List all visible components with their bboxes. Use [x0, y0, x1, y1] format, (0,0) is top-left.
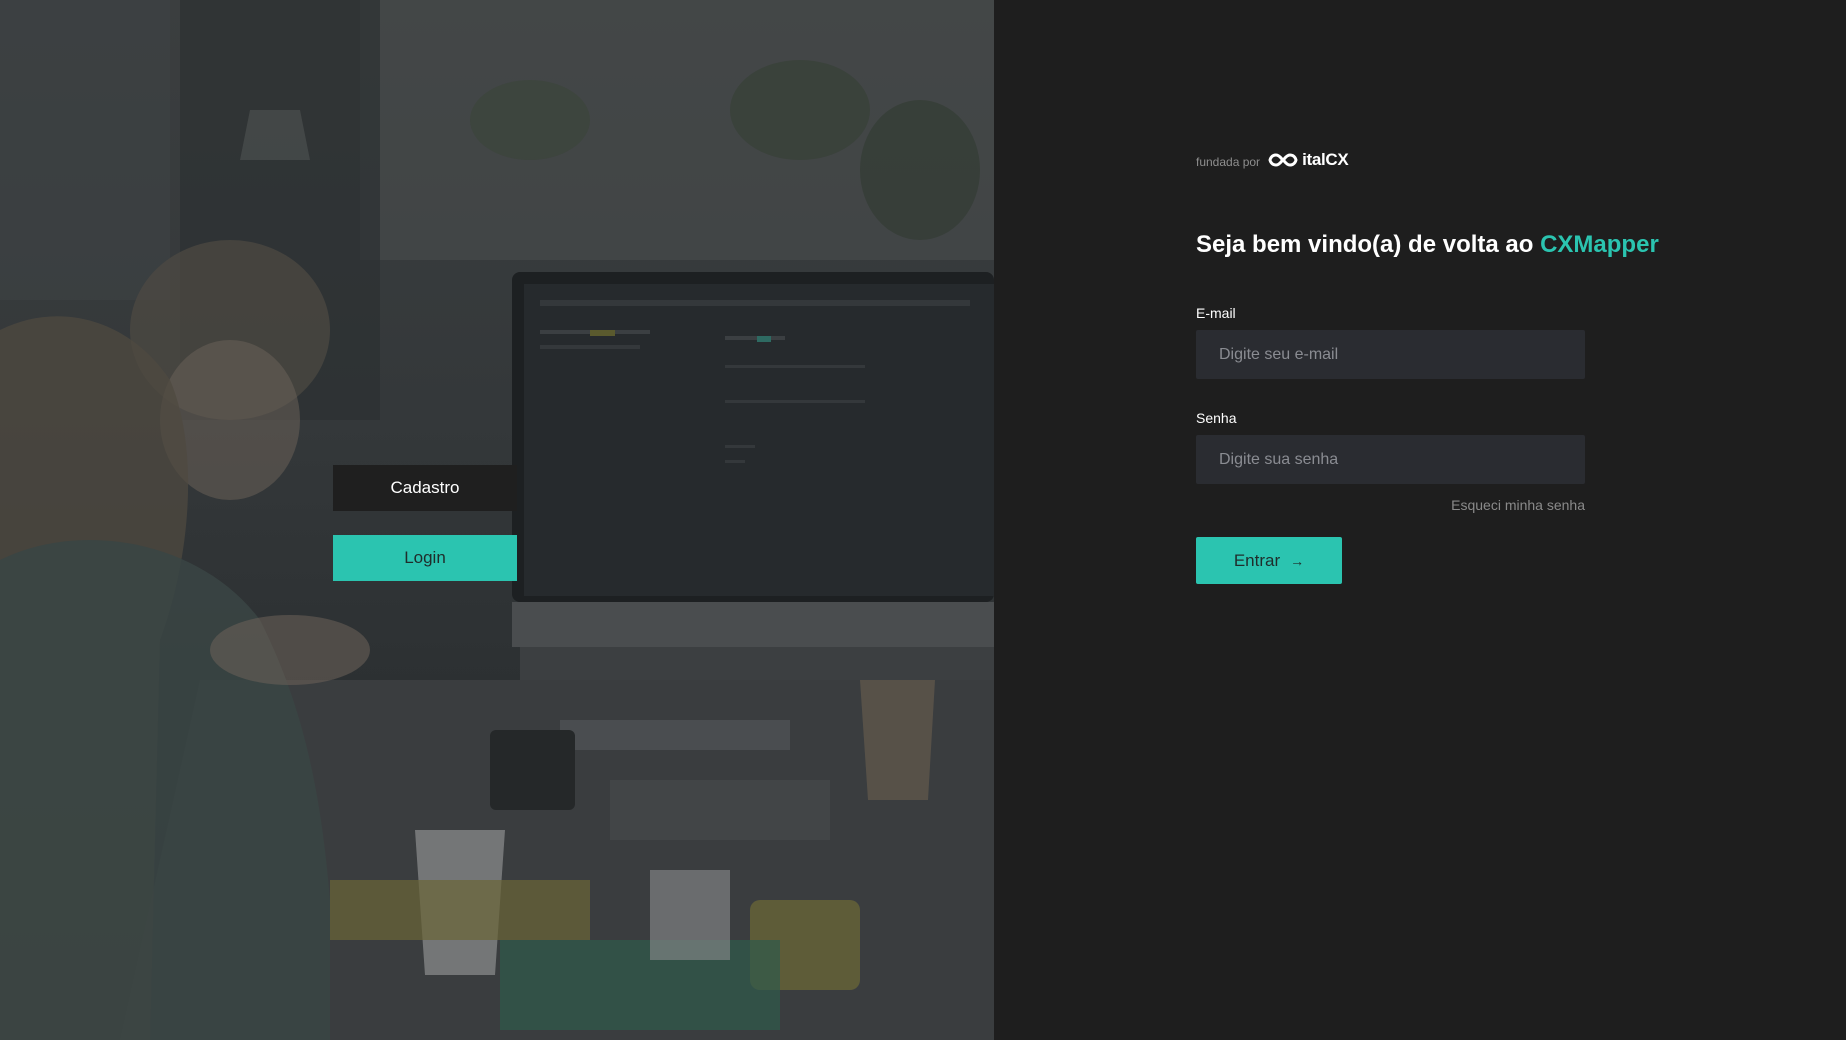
email-label: E-mail	[1196, 305, 1236, 321]
login-form-panel: fundada por italCX Seja bem vindo(a) de …	[994, 0, 1846, 1040]
welcome-heading: Seja bem vindo(a) de volta ao CXMapper	[1196, 231, 1659, 259]
login-button[interactable]: Login	[333, 535, 517, 581]
italcx-logo-text: italCX	[1302, 150, 1349, 169]
email-field[interactable]	[1196, 330, 1585, 379]
login-page: Cadastro Login fundada por italCX Seja b…	[0, 0, 1846, 1040]
password-label: Senha	[1196, 410, 1237, 426]
office-scene-image	[0, 0, 994, 1040]
submit-button-label: Entrar	[1233, 550, 1281, 570]
welcome-text: Seja bem vindo(a) de volta ao	[1196, 231, 1541, 258]
founded-by-row: fundada por italCX	[1196, 150, 1349, 170]
founded-by-label: fundada por	[1196, 155, 1261, 169]
arrow-right-icon: →	[1290, 552, 1305, 569]
submit-button[interactable]: Entrar →	[1196, 537, 1342, 584]
password-field[interactable]	[1196, 435, 1585, 484]
infinity-icon	[1268, 153, 1298, 167]
italcx-logo: italCX	[1268, 150, 1349, 170]
forgot-password-link[interactable]: Esqueci minha senha	[1196, 497, 1585, 513]
background-photo: Cadastro Login	[0, 0, 994, 1040]
cadastro-button[interactable]: Cadastro	[333, 465, 517, 511]
app-name: CXMapper	[1540, 231, 1659, 258]
